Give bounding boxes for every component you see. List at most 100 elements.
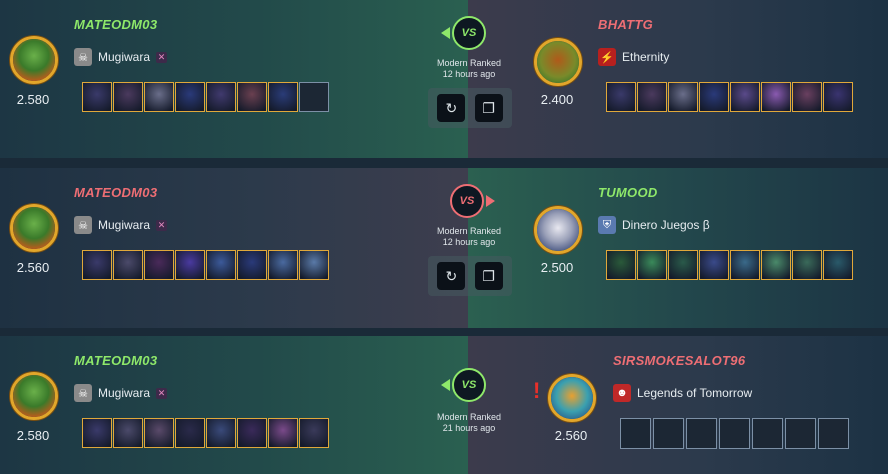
guild-crest-icon: ⛨ xyxy=(598,216,616,234)
empty-card-slot[interactable] xyxy=(719,418,750,449)
monster-card[interactable] xyxy=(761,82,791,112)
monster-card[interactable] xyxy=(792,250,822,280)
monster-card[interactable] xyxy=(82,418,112,448)
team-cards xyxy=(82,418,329,448)
monster-card[interactable] xyxy=(237,250,267,280)
row-divider xyxy=(0,158,888,168)
right-panel xyxy=(468,168,888,328)
player-name[interactable]: MATEODM03 xyxy=(74,353,157,368)
empty-card-slot[interactable] xyxy=(752,418,783,449)
alert-icon: ! xyxy=(533,378,541,403)
match-time: 12 hours ago xyxy=(442,69,496,79)
monster-card[interactable] xyxy=(268,82,298,112)
empty-card-slot[interactable] xyxy=(653,418,684,449)
player-name[interactable]: MATEODM03 xyxy=(74,17,157,32)
monster-card[interactable] xyxy=(237,82,267,112)
monster-card[interactable] xyxy=(792,82,822,112)
monster-card[interactable] xyxy=(637,82,667,112)
opponent-avatar[interactable] xyxy=(534,206,582,254)
opponent-name[interactable]: TUMOOD xyxy=(598,185,658,200)
match-info: Modern Ranked 12 hours ago xyxy=(419,226,519,248)
player-avatar[interactable] xyxy=(10,36,58,84)
empty-card-slot[interactable] xyxy=(620,418,651,449)
monster-card[interactable] xyxy=(82,82,112,112)
monster-card[interactable] xyxy=(206,250,236,280)
replay-button[interactable]: ↻ xyxy=(437,262,466,290)
guild-info: ☠ Mugiwara ✕ xyxy=(74,384,168,402)
monster-card[interactable] xyxy=(144,250,174,280)
team-cards xyxy=(82,82,329,112)
monster-card[interactable] xyxy=(699,250,729,280)
monster-card[interactable] xyxy=(175,418,205,448)
player-name[interactable]: MATEODM03 xyxy=(74,185,157,200)
monster-card[interactable] xyxy=(175,250,205,280)
monster-card[interactable] xyxy=(268,250,298,280)
guild-name[interactable]: Legends of Tomorrow xyxy=(637,386,752,400)
monster-card[interactable] xyxy=(113,418,143,448)
empty-card-slot[interactable] xyxy=(785,418,816,449)
guild-crest-icon: ☠ xyxy=(74,384,92,402)
match-format: Modern Ranked xyxy=(436,412,502,422)
monster-card[interactable] xyxy=(606,250,636,280)
replay-button[interactable]: ↻ xyxy=(437,94,466,122)
monster-card[interactable] xyxy=(144,82,174,112)
monster-card[interactable] xyxy=(206,82,236,112)
player-rating: 2.580 xyxy=(16,92,50,107)
vs-badge: VS xyxy=(452,16,486,50)
copy-team-button[interactable]: ❐ xyxy=(474,262,503,290)
guild-name[interactable]: Mugiwara xyxy=(98,50,150,64)
guild-name[interactable]: Dinero Juegos β xyxy=(622,218,710,232)
opponent-rating: 2.560 xyxy=(554,428,588,443)
match-time: 21 hours ago xyxy=(442,423,496,433)
monster-card[interactable] xyxy=(823,82,853,112)
player-avatar[interactable] xyxy=(10,204,58,252)
player-rating: 2.560 xyxy=(16,260,50,275)
opponent-team-cards xyxy=(620,418,850,449)
row-divider xyxy=(0,328,888,336)
guild-info: ☠ Mugiwara ✕ xyxy=(74,48,168,66)
monster-card[interactable] xyxy=(299,418,329,448)
match-time: 12 hours ago xyxy=(442,237,496,247)
monster-card[interactable] xyxy=(237,418,267,448)
vs-badge: VS xyxy=(450,184,484,218)
monster-card[interactable] xyxy=(668,250,698,280)
opponent-avatar[interactable] xyxy=(534,38,582,86)
opponent-name[interactable]: SIRSMOKESALOT96 xyxy=(613,353,745,368)
replay-icon: ↻ xyxy=(445,99,458,116)
monster-card[interactable] xyxy=(823,250,853,280)
monster-card[interactable] xyxy=(206,418,236,448)
monster-card[interactable] xyxy=(175,82,205,112)
left-panel xyxy=(0,336,468,474)
monster-card[interactable] xyxy=(761,250,791,280)
match-actions: ↻ ❐ xyxy=(428,256,512,296)
monster-card[interactable] xyxy=(730,82,760,112)
monster-card[interactable] xyxy=(268,418,298,448)
monster-card[interactable] xyxy=(113,250,143,280)
opponent-name[interactable]: BHATTG xyxy=(598,17,653,32)
monster-card[interactable] xyxy=(82,250,112,280)
monster-card[interactable] xyxy=(113,82,143,112)
monster-card[interactable] xyxy=(637,250,667,280)
monster-card[interactable] xyxy=(299,250,329,280)
opponent-avatar[interactable] xyxy=(548,374,596,422)
monster-card[interactable] xyxy=(144,418,174,448)
match-info: Modern Ranked 12 hours ago xyxy=(419,58,519,80)
empty-card-slot[interactable] xyxy=(686,418,717,449)
player-avatar[interactable] xyxy=(10,372,58,420)
winner-arrow-icon xyxy=(486,195,495,207)
guild-name[interactable]: Mugiwara xyxy=(98,386,150,400)
guild-name[interactable]: Ethernity xyxy=(622,50,669,64)
opponent-guild-info: ☻ Legends of Tomorrow xyxy=(613,384,752,402)
monster-card[interactable] xyxy=(606,82,636,112)
copy-team-button[interactable]: ❐ xyxy=(474,94,503,122)
guild-badge-icon: ✕ xyxy=(156,387,168,399)
monster-card[interactable] xyxy=(730,250,760,280)
empty-card-slot[interactable] xyxy=(299,82,329,112)
opponent-team-cards xyxy=(606,82,853,112)
empty-card-slot[interactable] xyxy=(818,418,849,449)
monster-card[interactable] xyxy=(668,82,698,112)
monster-card[interactable] xyxy=(699,82,729,112)
guild-crest-icon: ☠ xyxy=(74,48,92,66)
guild-name[interactable]: Mugiwara xyxy=(98,218,150,232)
vs-badge: VS xyxy=(452,368,486,402)
